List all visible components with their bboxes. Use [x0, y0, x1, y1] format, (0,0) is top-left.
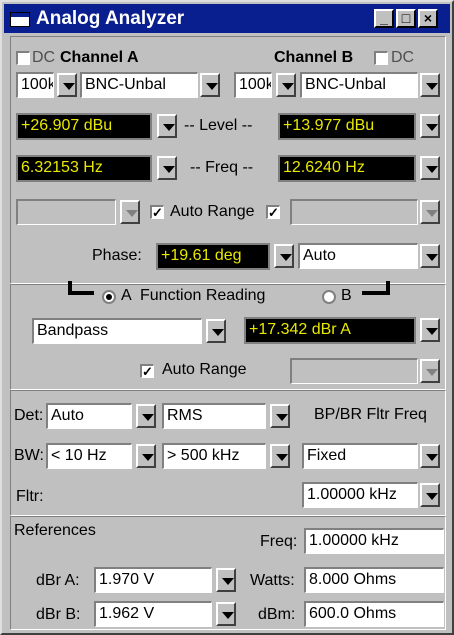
channel-b-input-select[interactable]: BNC-Unbal [300, 72, 418, 98]
channel-b-dc-checkbox[interactable] [374, 51, 388, 65]
bp-br-mode-dropdown[interactable] [420, 444, 440, 468]
phase-mode-select[interactable]: Auto [298, 243, 418, 269]
ref-freq-input[interactable]: 1.00000 kHz [304, 528, 444, 554]
level-label: -- Level -- [184, 117, 253, 134]
maximize-button[interactable]: □ [396, 9, 416, 28]
bandwidth-low-select[interactable]: < 10 Hz [46, 443, 132, 469]
ref-freq-label: Freq: [260, 533, 298, 550]
function-filter-select[interactable]: Bandpass [32, 318, 202, 344]
function-units-dropdown[interactable] [420, 318, 440, 342]
phase-label: Phase: [92, 247, 142, 264]
ref-dbrb-input[interactable]: 1.962 V [94, 601, 212, 627]
channel-a-range-select[interactable]: 100k [16, 72, 54, 98]
ref-dbra-label: dBr A: [36, 572, 80, 589]
ref-dbra-units-dropdown[interactable] [216, 568, 236, 592]
bandwidth-high-select[interactable]: > 500 kHz [162, 443, 266, 469]
channel-a-level-units-dropdown[interactable] [157, 114, 177, 138]
channel-b-input-dropdown[interactable] [420, 73, 440, 97]
detector-dropdown[interactable] [136, 404, 156, 428]
channel-b-range-value-dropdown [420, 200, 440, 224]
phase-mode-dropdown[interactable] [420, 244, 440, 268]
channel-b-range-dropdown[interactable] [276, 73, 296, 97]
freq-label: -- Freq -- [190, 159, 254, 176]
phase-display: +19.61 deg [156, 243, 270, 270]
ref-dbrb-label: dBr B: [36, 606, 81, 623]
bp-br-freq-select[interactable]: 1.00000 kHz [302, 482, 418, 508]
ref-watts-input[interactable]: 8.000 Ohms [304, 567, 444, 593]
channel-b-level-units-dropdown[interactable] [420, 114, 440, 138]
channel-b-range-value-select [290, 199, 418, 225]
title-bar[interactable]: Analog Analyzer _ □ × [4, 4, 450, 33]
channel-a-input-select[interactable]: BNC-Unbal [80, 72, 198, 98]
ref-watts-label: Watts: [250, 572, 295, 589]
bandwidth-low-dropdown[interactable] [136, 444, 156, 468]
bp-br-freq-dropdown[interactable] [420, 483, 440, 507]
channel-a-dc-checkbox[interactable] [16, 51, 30, 65]
function-filter-dropdown[interactable] [206, 319, 226, 343]
channel-a-freq-display: 6.32153 Hz [16, 155, 152, 182]
channel-b-title: Channel B [274, 49, 354, 66]
bandwidth-label: BW: [14, 447, 44, 464]
ref-dbrb-units-dropdown[interactable] [216, 602, 236, 626]
channel-a-range-dropdown[interactable] [57, 73, 77, 97]
filter-label: Fltr: [16, 488, 44, 505]
phase-units-dropdown[interactable] [274, 244, 294, 268]
function-channel-a-label: A [121, 287, 132, 304]
function-reading-title: Function Reading [140, 287, 266, 304]
channel-a-range-value-select [16, 199, 116, 225]
channel-a-level-display: +26.907 dBu [16, 113, 152, 140]
channel-b-dc-label: DC [391, 49, 415, 66]
ref-dbm-label: dBm: [258, 606, 296, 623]
function-reading-display: +17.342 dBr A [244, 317, 416, 344]
channel-b-level-display: +13.977 dBu [278, 113, 416, 140]
bandwidth-high-dropdown[interactable] [270, 444, 290, 468]
channel-a-title: Channel A [60, 49, 139, 66]
function-auto-range-checkbox[interactable]: ✓ [140, 364, 154, 378]
close-button[interactable]: × [418, 9, 438, 28]
channel-a-freq-units-dropdown[interactable] [157, 156, 177, 180]
channel-a-input-dropdown[interactable] [200, 73, 220, 97]
function-channel-b-label: B [341, 287, 352, 304]
channel-a-auto-range-label: Auto Range [170, 203, 255, 220]
channel-a-range-value-dropdown [120, 200, 140, 224]
analog-analyzer-window: Analog Analyzer _ □ × DC Channel A Chann… [0, 0, 454, 635]
channel-b-range-select[interactable]: 100k [234, 72, 272, 98]
ref-dbra-input[interactable]: 1.970 V [94, 567, 212, 593]
detector-type-select[interactable]: RMS [162, 403, 266, 429]
channel-a-auto-range-checkbox[interactable]: ✓ [150, 205, 164, 219]
function-range-value-dropdown [420, 359, 440, 383]
window-icon [10, 12, 30, 27]
function-channel-a-radio[interactable] [102, 290, 116, 304]
channel-b-freq-display: 12.6240 Hz [278, 155, 416, 182]
bp-br-filter-freq-label: BP/BR Fltr Freq [314, 406, 427, 423]
window-title: Analog Analyzer [36, 8, 185, 29]
detector-type-dropdown[interactable] [270, 404, 290, 428]
function-bracket-left [68, 281, 94, 295]
detector-label: Det: [14, 407, 44, 424]
channel-b-freq-units-dropdown[interactable] [420, 156, 440, 180]
function-range-value-select [290, 358, 418, 384]
function-auto-range-label: Auto Range [162, 361, 247, 378]
references-title: References [14, 522, 96, 539]
function-bracket-right [362, 281, 390, 295]
channel-a-dc-label: DC [32, 49, 56, 66]
function-channel-b-radio[interactable] [322, 290, 336, 304]
bp-br-mode-select[interactable]: Fixed [302, 443, 418, 469]
detector-select[interactable]: Auto [46, 403, 132, 429]
ref-dbm-input[interactable]: 600.0 Ohms [304, 601, 444, 627]
minimize-button[interactable]: _ [374, 9, 394, 28]
channel-b-auto-range-checkbox[interactable]: ✓ [266, 205, 280, 219]
